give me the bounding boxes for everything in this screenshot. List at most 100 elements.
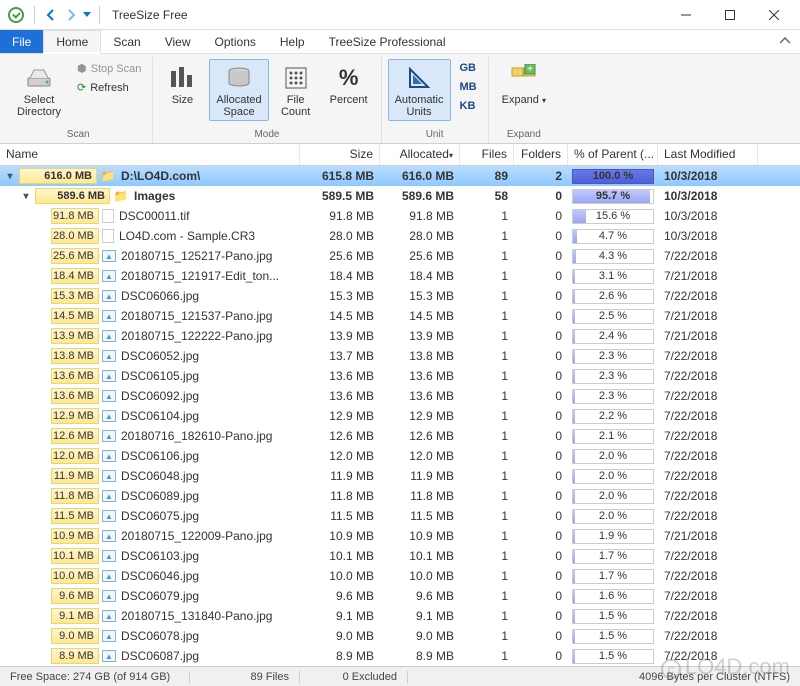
triangle-icon	[403, 62, 435, 94]
menu-professional[interactable]: TreeSize Professional	[317, 30, 458, 53]
menu-view[interactable]: View	[153, 30, 203, 53]
unit-mb-button[interactable]: MB	[455, 78, 482, 96]
table-row[interactable]: 14.5 MB▲20180715_121537-Pano.jpg14.5 MB1…	[0, 306, 800, 326]
menu-home[interactable]: Home	[43, 30, 101, 54]
mode-percent-button[interactable]: % Percent	[323, 59, 375, 109]
minimize-button[interactable]	[664, 1, 708, 29]
table-row[interactable]: 25.6 MB▲20180715_125217-Pano.jpg25.6 MB2…	[0, 246, 800, 266]
table-row[interactable]: 13.6 MB▲DSC06092.jpg13.6 MB13.6 MB102.3 …	[0, 386, 800, 406]
table-row[interactable]: 8.9 MB▲DSC06087.jpg8.9 MB8.9 MB101.5 %7/…	[0, 646, 800, 666]
table-row[interactable]: 13.8 MB▲DSC06052.jpg13.7 MB13.8 MB102.3 …	[0, 346, 800, 366]
col-folders[interactable]: Folders	[514, 144, 568, 165]
col-name[interactable]: Name	[0, 144, 300, 165]
table-row[interactable]: 11.9 MB▲DSC06048.jpg11.9 MB11.9 MB102.0 …	[0, 466, 800, 486]
row-allocated: 91.8 MB	[380, 209, 460, 223]
size-bar: 13.6 MB	[51, 368, 99, 384]
image-icon: ▲	[102, 490, 116, 502]
table-row[interactable]: 91.8 MBDSC00011.tif91.8 MB91.8 MB1015.6 …	[0, 206, 800, 226]
close-button[interactable]	[752, 1, 796, 29]
row-folders: 0	[514, 289, 568, 303]
row-files: 1	[460, 649, 514, 663]
drive-icon	[23, 62, 55, 94]
row-files: 1	[460, 289, 514, 303]
menu-help[interactable]: Help	[268, 30, 317, 53]
row-modified: 7/22/2018	[658, 249, 758, 263]
menu-options[interactable]: Options	[203, 30, 268, 53]
unit-gb-button[interactable]: GB	[455, 59, 482, 77]
col-modified[interactable]: Last Modified	[658, 144, 758, 165]
table-row[interactable]: 28.0 MBLO4D.com - Sample.CR328.0 MB28.0 …	[0, 226, 800, 246]
table-row[interactable]: ▾616.0 MB📁D:\LO4D.com\615.8 MB616.0 MB89…	[0, 166, 800, 186]
refresh-button[interactable]: ⟳ Refresh	[72, 78, 146, 97]
row-folders: 0	[514, 309, 568, 323]
row-folders: 0	[514, 369, 568, 383]
row-name: DSC06066.jpg	[121, 289, 199, 303]
table-row[interactable]: 9.1 MB▲20180715_131840-Pano.jpg9.1 MB9.1…	[0, 606, 800, 626]
select-directory-button[interactable]: Select Directory	[10, 59, 68, 121]
row-size: 28.0 MB	[300, 229, 380, 243]
row-size: 12.0 MB	[300, 449, 380, 463]
mode-allocated-button[interactable]: Allocated Space	[209, 59, 268, 121]
size-bar: 10.1 MB	[51, 548, 99, 564]
expand-toggle[interactable]: ▾	[20, 191, 32, 202]
stop-scan-button[interactable]: ⬢ Stop Scan	[72, 59, 146, 78]
percent-icon: %	[333, 62, 365, 94]
table-row[interactable]: 12.9 MB▲DSC06104.jpg12.9 MB12.9 MB102.2 …	[0, 406, 800, 426]
column-headers: Name Size Allocated▾ Files Folders % of …	[0, 144, 800, 166]
col-percent[interactable]: % of Parent (...	[568, 144, 658, 165]
table-row[interactable]: 18.4 MB▲20180715_121917-Edit_ton...18.4 …	[0, 266, 800, 286]
expand-toggle[interactable]: ▾	[4, 171, 16, 182]
statusbar: Free Space: 274 GB (of 914 GB) 89 Files …	[0, 666, 800, 686]
table-row[interactable]: 12.6 MB▲20180716_182610-Pano.jpg12.6 MB1…	[0, 426, 800, 446]
percent-bar: 2.5 %	[572, 309, 654, 324]
size-bar: 11.9 MB	[51, 468, 99, 484]
table-row[interactable]: 13.9 MB▲20180715_122222-Pano.jpg13.9 MB1…	[0, 326, 800, 346]
table-row[interactable]: 10.9 MB▲20180715_122009-Pano.jpg10.9 MB1…	[0, 526, 800, 546]
nav-back-button[interactable]	[41, 5, 61, 25]
table-row[interactable]: ▾589.6 MB📁Images589.5 MB589.6 MB58095.7 …	[0, 186, 800, 206]
expand-button[interactable]: + Expand ▾	[495, 59, 553, 109]
tree-view[interactable]: ▾616.0 MB📁D:\LO4D.com\615.8 MB616.0 MB89…	[0, 166, 800, 666]
row-folders: 0	[514, 209, 568, 223]
row-files: 1	[460, 349, 514, 363]
row-size: 12.9 MB	[300, 409, 380, 423]
image-icon: ▲	[102, 390, 116, 402]
table-row[interactable]: 10.0 MB▲DSC06046.jpg10.0 MB10.0 MB101.7 …	[0, 566, 800, 586]
ribbon-collapse-button[interactable]	[770, 30, 800, 53]
mode-filecount-button[interactable]: File Count	[273, 59, 319, 121]
unit-kb-button[interactable]: KB	[455, 97, 482, 115]
nav-dropdown-button[interactable]	[81, 5, 93, 25]
size-bar: 10.9 MB	[51, 528, 99, 544]
table-row[interactable]: 12.0 MB▲DSC06106.jpg12.0 MB12.0 MB102.0 …	[0, 446, 800, 466]
table-row[interactable]: 15.3 MB▲DSC06066.jpg15.3 MB15.3 MB102.6 …	[0, 286, 800, 306]
row-allocated: 15.3 MB	[380, 289, 460, 303]
menu-file[interactable]: File	[0, 30, 43, 53]
row-folders: 0	[514, 549, 568, 563]
image-icon: ▲	[102, 590, 116, 602]
row-size: 13.9 MB	[300, 329, 380, 343]
nav-forward-button[interactable]	[61, 5, 81, 25]
col-files[interactable]: Files	[460, 144, 514, 165]
table-row[interactable]: 11.5 MB▲DSC06075.jpg11.5 MB11.5 MB102.0 …	[0, 506, 800, 526]
table-row[interactable]: 13.6 MB▲DSC06105.jpg13.6 MB13.6 MB102.3 …	[0, 366, 800, 386]
image-icon: ▲	[102, 350, 116, 362]
table-row[interactable]: 11.8 MB▲DSC06089.jpg11.8 MB11.8 MB102.0 …	[0, 486, 800, 506]
mode-size-button[interactable]: Size	[159, 59, 205, 109]
row-folders: 0	[514, 589, 568, 603]
row-modified: 7/21/2018	[658, 329, 758, 343]
col-allocated[interactable]: Allocated▾	[380, 144, 460, 165]
row-modified: 10/3/2018	[658, 189, 758, 203]
unit-auto-button[interactable]: Automatic Units	[388, 59, 451, 121]
row-modified: 7/22/2018	[658, 409, 758, 423]
table-row[interactable]: 9.6 MB▲DSC06079.jpg9.6 MB9.6 MB101.6 %7/…	[0, 586, 800, 606]
col-size[interactable]: Size	[300, 144, 380, 165]
row-allocated: 10.1 MB	[380, 549, 460, 563]
table-row[interactable]: 10.1 MB▲DSC06103.jpg10.1 MB10.1 MB101.7 …	[0, 546, 800, 566]
row-name: LO4D.com - Sample.CR3	[119, 229, 255, 243]
maximize-button[interactable]	[708, 1, 752, 29]
menu-scan[interactable]: Scan	[101, 30, 152, 53]
table-row[interactable]: 9.0 MB▲DSC06078.jpg9.0 MB9.0 MB101.5 %7/…	[0, 626, 800, 646]
row-modified: 7/22/2018	[658, 289, 758, 303]
row-folders: 0	[514, 329, 568, 343]
image-icon: ▲	[102, 270, 116, 282]
